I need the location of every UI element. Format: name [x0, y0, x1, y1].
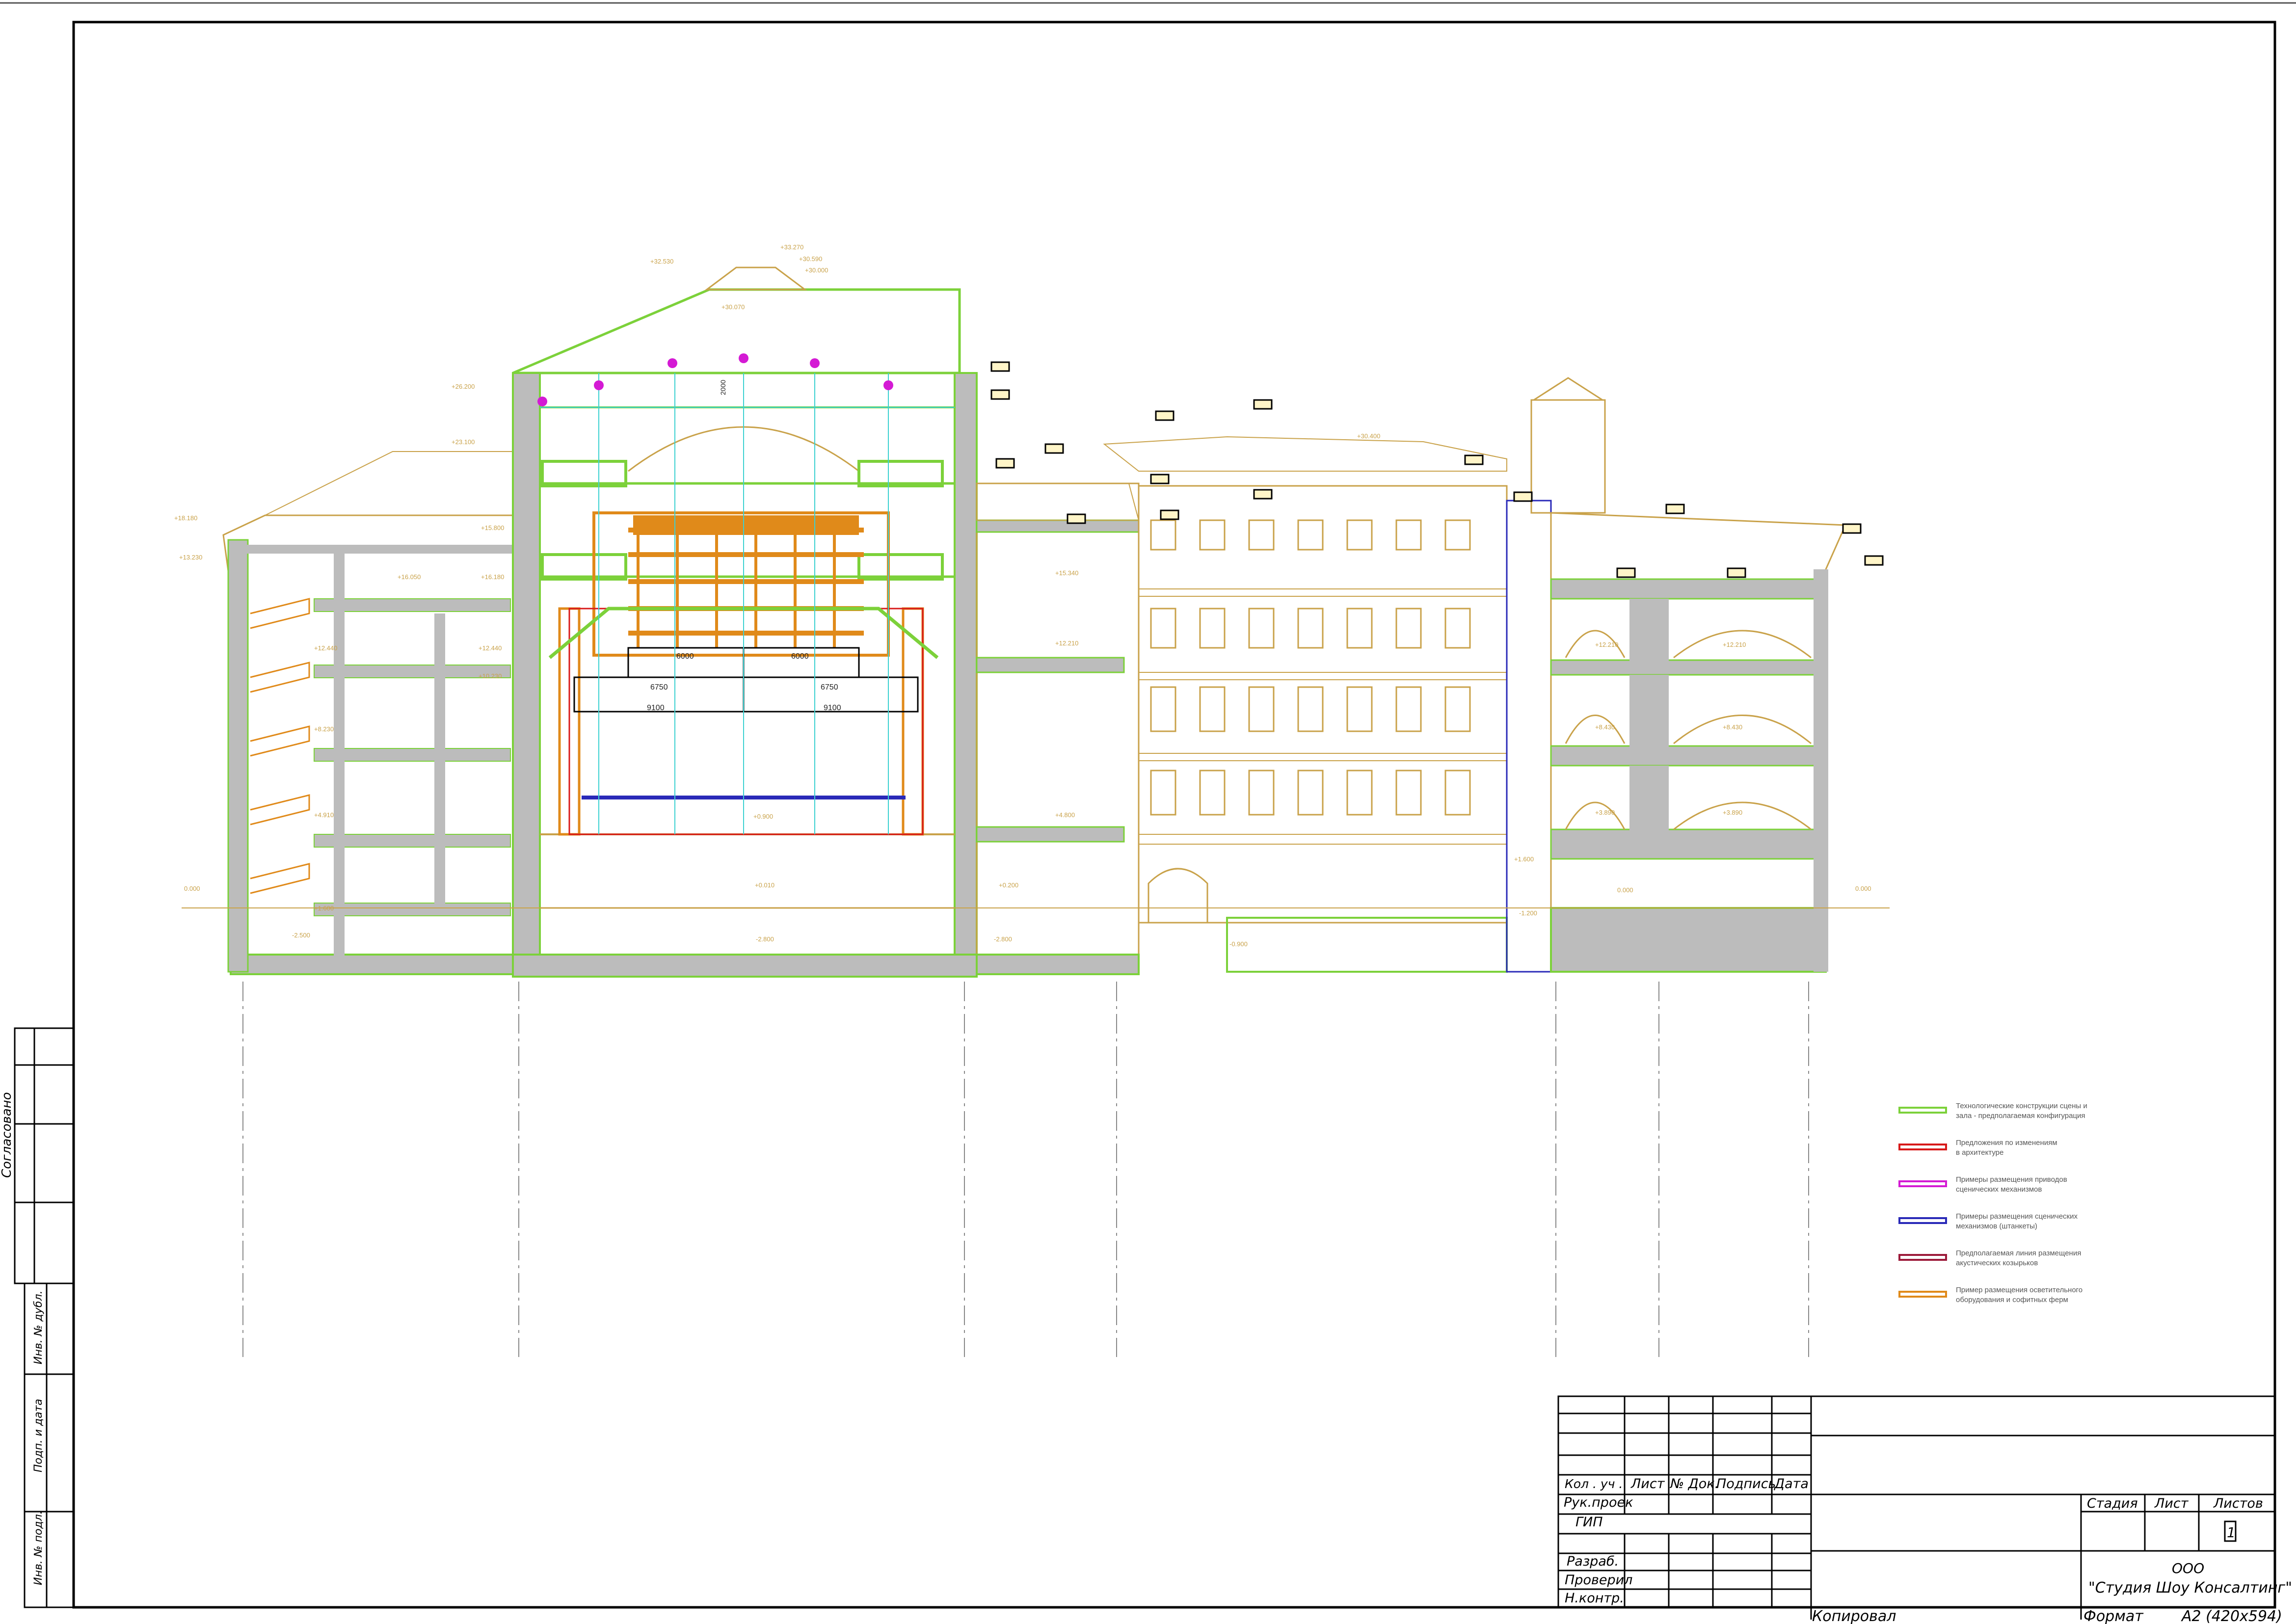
header-doc-no: № Док.	[1669, 1476, 1719, 1491]
header-date: Дата	[1774, 1476, 1809, 1491]
legend-label: зала - предполагаемая конфигурация	[1956, 1112, 2085, 1120]
format-value: А2 (420х594)	[2181, 1608, 2282, 1624]
legend-label: Примеры размещения приводов	[1956, 1175, 2067, 1184]
level-mark: +3.890	[1595, 809, 1615, 816]
dim-6000-right: 6000	[791, 652, 809, 661]
role-head: Рук.проек	[1564, 1495, 1633, 1510]
legend-label: в архитектуре	[1956, 1148, 2003, 1157]
legend-swatch	[1898, 1291, 1947, 1298]
level-mark: -2.800	[994, 935, 1012, 943]
role-developer: Разраб.	[1567, 1554, 1619, 1569]
level-mark: +30.400	[1357, 432, 1380, 440]
level-mark: +0.200	[999, 881, 1018, 889]
sheets-label: Листов	[2213, 1496, 2263, 1511]
level-mark: +23.100	[452, 438, 475, 446]
copied-label: Копировал	[1812, 1608, 1896, 1624]
role-gip: ГИП	[1575, 1515, 1603, 1530]
level-mark: +0.010	[755, 881, 774, 889]
stamp-inv-dubl: Инв. № дубл.	[32, 1290, 45, 1364]
legend-label: Предполагаемая линия размещения	[1956, 1249, 2081, 1257]
stage-house	[512, 266, 978, 978]
legend-swatch	[1898, 1180, 1947, 1187]
level-mark: +26.200	[452, 383, 475, 390]
middle-block	[976, 482, 1140, 975]
level-mark: +33.270	[780, 243, 803, 251]
header-kol-uch: Кол . уч .	[1565, 1477, 1623, 1491]
level-mark: 0.000	[1855, 885, 1871, 892]
level-mark: 0.000	[1617, 886, 1633, 894]
legend-label: Предложения по изменениям	[1956, 1139, 2057, 1147]
callout-tags	[990, 361, 1884, 578]
level-mark: +3.890	[1723, 809, 1742, 816]
level-mark: +12.440	[479, 644, 502, 652]
level-mark: +8.430	[1595, 723, 1615, 731]
axis-lines	[242, 982, 1809, 1357]
level-mark: +15.340	[1055, 569, 1078, 577]
legend-swatch	[1898, 1254, 1947, 1261]
left-wing	[222, 451, 514, 975]
legend: Технологические конструкции сцены и зала …	[1898, 1102, 2087, 1304]
level-mark: +8.230	[314, 725, 334, 733]
dim-2000: 2000	[719, 380, 727, 395]
level-mark: -0.900	[1229, 940, 1248, 948]
stage-label: Стадия	[2087, 1496, 2138, 1511]
level-mark: -2.800	[756, 935, 774, 943]
dim-9100-left: 9100	[647, 704, 665, 712]
org-line2: "Студия Шоу Консалтинг"	[2088, 1579, 2292, 1597]
legend-swatch	[1898, 1217, 1947, 1224]
legend-label: Пример размещения осветительного	[1956, 1286, 2082, 1294]
level-mark: +0.900	[753, 813, 773, 820]
level-mark: -1.200	[1519, 909, 1537, 917]
level-mark: +15.800	[481, 524, 504, 532]
legend-label: сценических механизмов	[1956, 1185, 2042, 1194]
level-mark: 0.000	[184, 885, 200, 892]
legend-label: оборудования и софитных ферм	[1956, 1296, 2068, 1304]
level-mark: +18.180	[174, 514, 197, 522]
courtyard-facade	[1103, 377, 1606, 973]
architectural-section-drawing: Согласовано Инв. № дубл. Подп. и дата Ин…	[0, 2, 2296, 1624]
dim-6750-left: 6750	[650, 683, 668, 692]
stamp-agreed: Согласовано	[0, 1092, 14, 1178]
legend-label: Примеры размещения сценических	[1956, 1212, 2078, 1221]
dim-9100-right: 9100	[824, 704, 841, 712]
level-mark: +16.050	[398, 573, 421, 581]
level-mark: +4.800	[1055, 811, 1075, 819]
level-mark: +12.210	[1723, 641, 1746, 648]
right-wing	[1550, 512, 1847, 973]
stamp-sign-date: Подп. и дата	[32, 1399, 45, 1472]
level-mark: +32.530	[650, 258, 673, 265]
level-mark: +1.600	[314, 905, 334, 912]
level-mark: +12.210	[1595, 641, 1618, 648]
stamp-inv-orig: Инв. № подл.	[32, 1511, 45, 1585]
level-mark: +1.600	[1514, 855, 1534, 863]
sheet-label: Лист	[2154, 1496, 2189, 1511]
legend-label: Технологические конструкции сцены и	[1956, 1102, 2087, 1110]
level-mark: +4.910	[314, 811, 334, 819]
legend-label: механизмов (штанкеты)	[1956, 1222, 2037, 1230]
sheets-value: 1	[2227, 1524, 2236, 1541]
legend-label: акустических козырьков	[1956, 1259, 2038, 1267]
legend-swatch	[1898, 1107, 1947, 1114]
level-mark: +13.230	[179, 554, 202, 561]
level-mark: +16.180	[481, 573, 504, 581]
level-mark: +30.000	[805, 266, 828, 274]
level-mark: +30.590	[799, 255, 822, 263]
level-mark: +12.440	[314, 644, 337, 652]
level-mark: +8.430	[1723, 723, 1742, 731]
header-list: Лист	[1630, 1476, 1665, 1491]
format-label: Формат	[2083, 1608, 2144, 1624]
role-checker: Проверил	[1565, 1572, 1632, 1588]
org-line1: ООО	[2172, 1560, 2204, 1576]
role-norm-control: Н.контр.	[1565, 1591, 1624, 1606]
dim-6750-right: 6750	[821, 683, 838, 692]
building-section: 6000 6000 6750 6750 9100 9100 2000 +33.2…	[174, 243, 1890, 1357]
level-mark: +10.230	[479, 672, 502, 680]
legend-swatch	[1898, 1144, 1947, 1150]
level-mark: +30.070	[721, 303, 745, 311]
level-mark: +12.210	[1055, 639, 1078, 647]
header-signature: Подпись	[1716, 1476, 1776, 1491]
dim-6000-left: 6000	[676, 652, 694, 661]
level-mark: -2.500	[292, 932, 310, 939]
